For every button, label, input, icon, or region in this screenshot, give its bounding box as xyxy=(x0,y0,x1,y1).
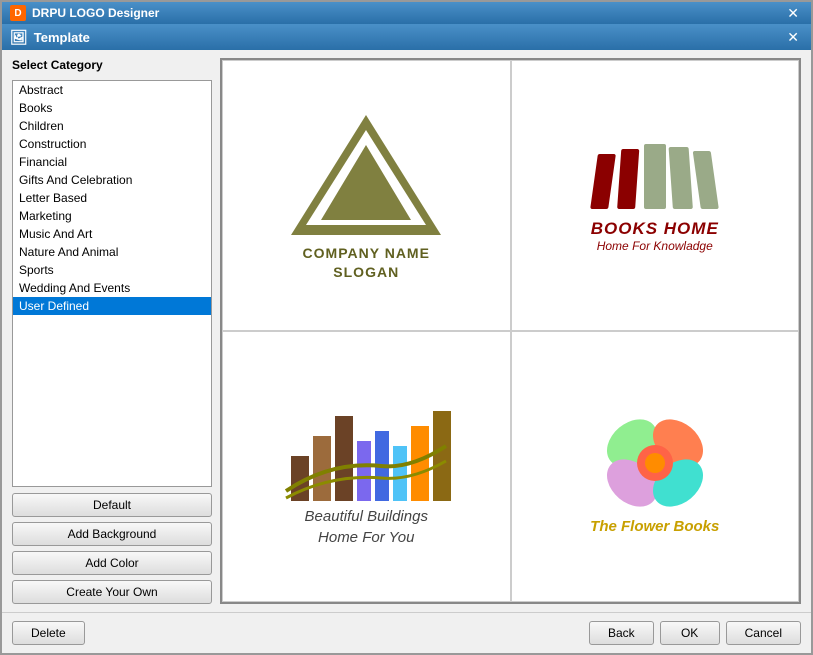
category-abstract[interactable]: Abstract xyxy=(13,81,211,99)
template-cell-1[interactable]: COMPANY NAME SLOGAN xyxy=(222,60,511,331)
category-letter[interactable]: Letter Based xyxy=(13,189,211,207)
logo3-line1: Beautiful Buildings xyxy=(305,506,428,527)
category-sports[interactable]: Sports xyxy=(13,261,211,279)
logo3-graphic: Beautiful Buildings Home For You xyxy=(233,386,500,548)
app-close-button[interactable]: ✕ xyxy=(783,6,803,20)
logo4-text: The Flower Books xyxy=(590,518,719,535)
dialog-close-button[interactable]: ✕ xyxy=(783,30,803,44)
flower-svg xyxy=(590,398,720,518)
category-marketing[interactable]: Marketing xyxy=(13,207,211,225)
add-background-button[interactable]: Add Background xyxy=(12,522,212,546)
back-button[interactable]: Back xyxy=(589,621,654,645)
delete-button[interactable]: Delete xyxy=(12,621,85,645)
template-grid: COMPANY NAME SLOGAN xyxy=(220,58,801,604)
category-list[interactable]: Abstract Books Children Construction Fin… xyxy=(12,80,212,487)
logo2-subtitle: Home For Knowladge xyxy=(597,239,713,253)
bottom-bar: Delete Back OK Cancel xyxy=(2,612,811,653)
dialog-icon: 🖼 xyxy=(10,29,28,46)
dialog-inner: Select Category Abstract Books Children … xyxy=(2,50,811,612)
category-construction[interactable]: Construction xyxy=(13,135,211,153)
app-title: DRPU LOGO Designer xyxy=(32,6,159,20)
buildings-svg xyxy=(281,386,451,506)
default-button[interactable]: Default xyxy=(12,493,212,517)
dialog-container: Select Category Abstract Books Children … xyxy=(2,50,811,653)
logo4-graphic: The Flower Books xyxy=(590,398,720,535)
triangle-svg xyxy=(286,110,446,240)
category-books[interactable]: Books xyxy=(13,99,211,117)
logo1-text: COMPANY NAME SLOGAN xyxy=(303,244,430,280)
logo1-graphic xyxy=(286,110,446,240)
select-category-label: Select Category xyxy=(12,58,212,72)
template-cell-4[interactable]: The Flower Books xyxy=(511,331,800,602)
action-buttons: Default Add Background Add Color Create … xyxy=(12,493,212,604)
category-music[interactable]: Music And Art xyxy=(13,225,211,243)
app-title-bar: D DRPU LOGO Designer ✕ xyxy=(2,2,811,24)
template-cell-3[interactable]: Beautiful Buildings Home For You xyxy=(222,331,511,602)
cancel-button[interactable]: Cancel xyxy=(726,621,801,645)
category-children[interactable]: Children xyxy=(13,117,211,135)
add-color-button[interactable]: Add Color xyxy=(12,551,212,575)
logo3-line2: Home For You xyxy=(305,527,428,548)
category-financial[interactable]: Financial xyxy=(13,153,211,171)
books-svg xyxy=(590,139,720,219)
category-user-defined[interactable]: User Defined xyxy=(13,297,211,315)
main-window: D DRPU LOGO Designer ✕ 🖼 Template ✕ Sele… xyxy=(0,0,813,655)
template-cell-2[interactable]: BOOKS HOME Home For Knowladge xyxy=(511,60,800,331)
logo2-title: BOOKS HOME xyxy=(591,219,719,239)
logo1-line2: SLOGAN xyxy=(303,263,430,281)
create-your-own-button[interactable]: Create Your Own xyxy=(12,580,212,604)
bottom-right-buttons: Back OK Cancel xyxy=(589,621,801,645)
category-gifts[interactable]: Gifts And Celebration xyxy=(13,171,211,189)
logo1-line1: COMPANY NAME xyxy=(303,244,430,262)
ok-button[interactable]: OK xyxy=(660,621,720,645)
app-icon: D xyxy=(10,5,26,21)
dialog-title: Template xyxy=(34,30,90,45)
logo3-text: Beautiful Buildings Home For You xyxy=(305,506,428,548)
left-panel: Select Category Abstract Books Children … xyxy=(12,58,212,604)
category-wedding[interactable]: Wedding And Events xyxy=(13,279,211,297)
content-row: Select Category Abstract Books Children … xyxy=(12,58,801,604)
dialog-title-bar: 🖼 Template ✕ xyxy=(2,24,811,50)
logo2-graphic: BOOKS HOME Home For Knowladge xyxy=(590,139,720,253)
category-nature[interactable]: Nature And Animal xyxy=(13,243,211,261)
